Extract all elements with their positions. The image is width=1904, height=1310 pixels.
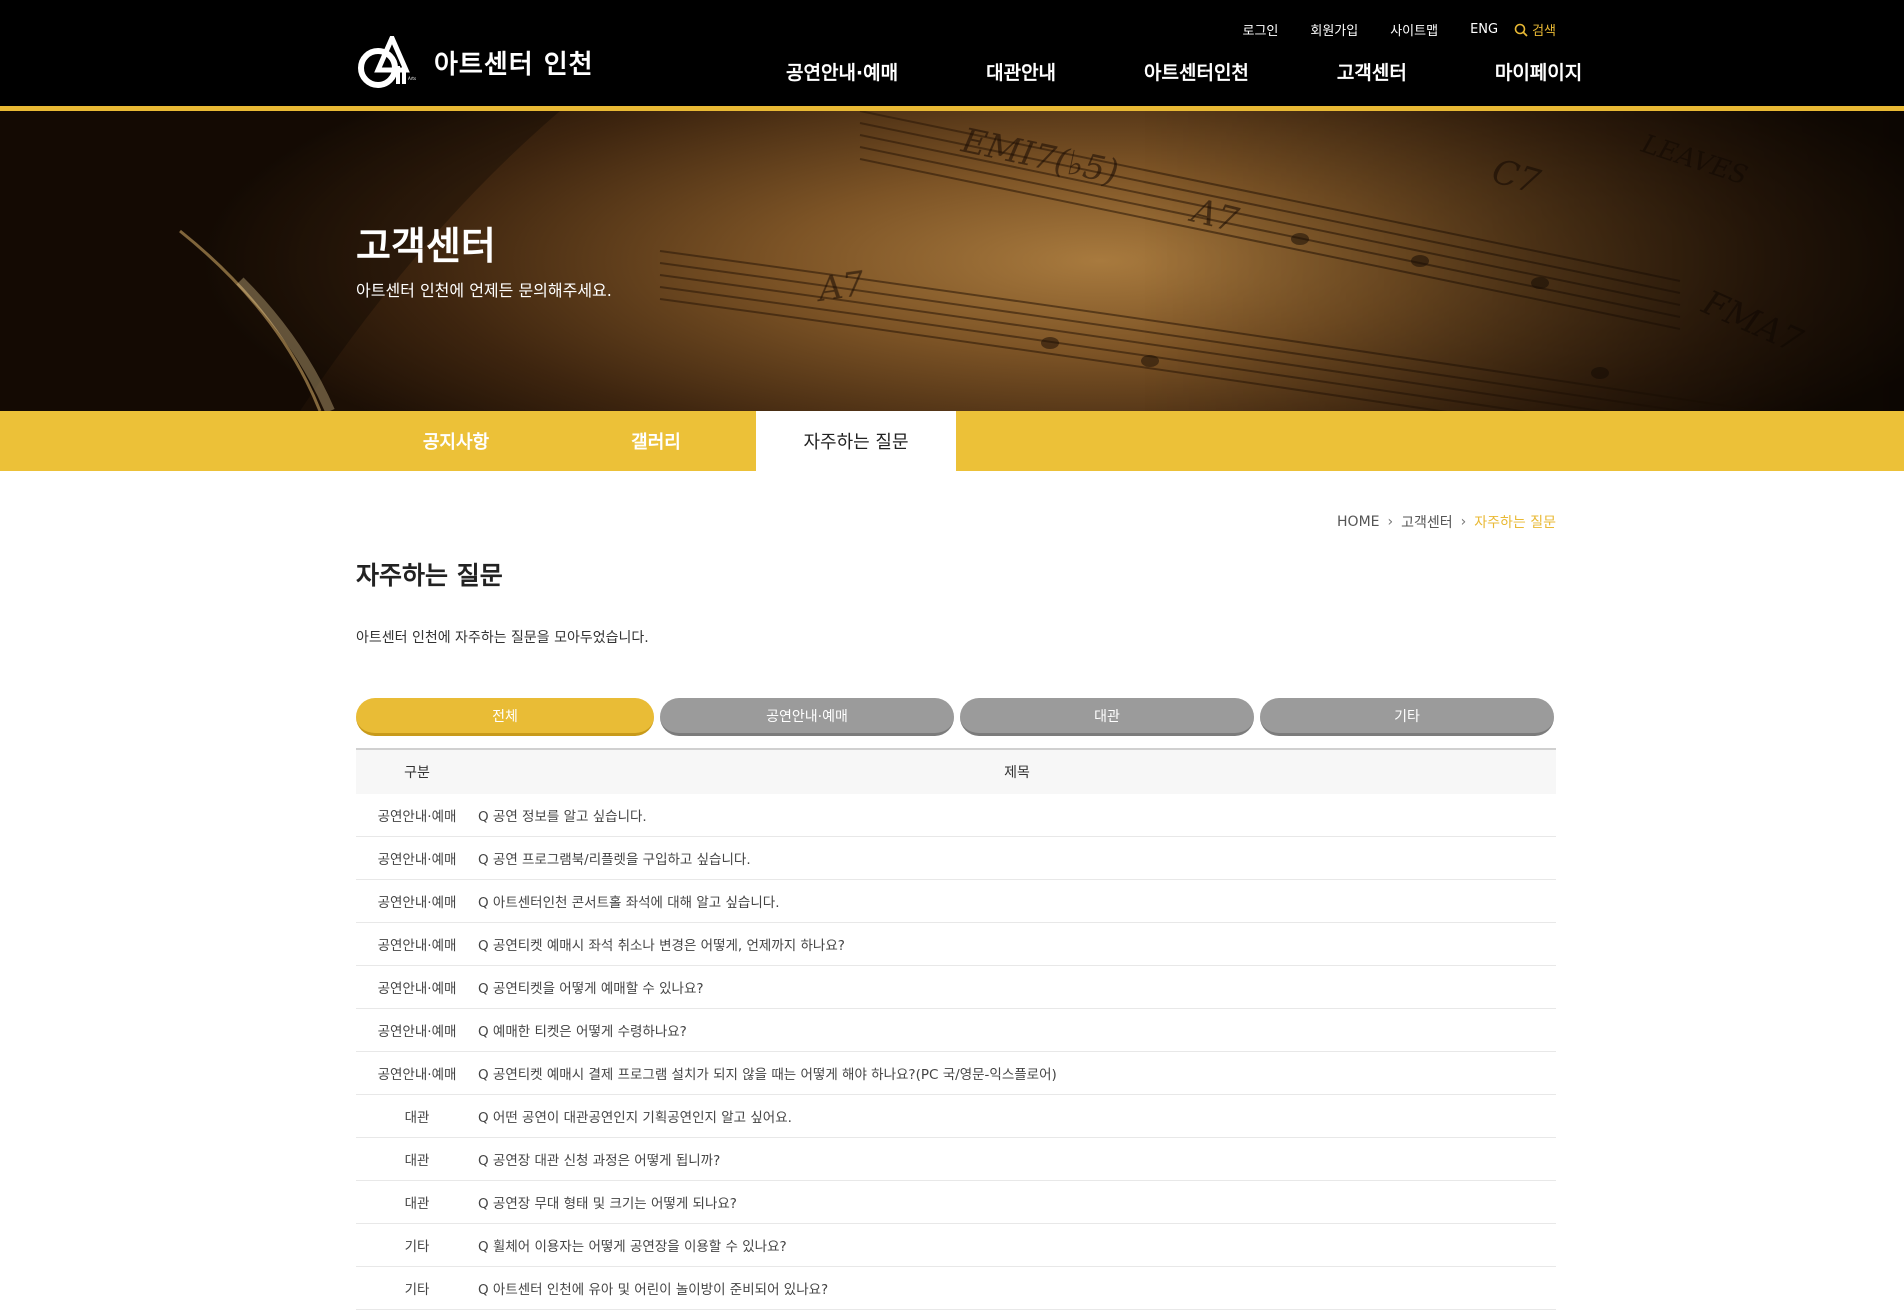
table-row[interactable]: 대관 Q 공연장 대관 신청 과정은 어떻게 됩니까? xyxy=(356,1137,1556,1181)
nav-customer-center[interactable]: 고객센터 xyxy=(1337,58,1407,85)
faq-question-link[interactable]: Q 예매한 티켓은 어떻게 수령하나요? xyxy=(478,1008,1556,1052)
faq-category: 공연안내·예매 xyxy=(356,965,478,1009)
filter-performance[interactable]: 공연안내·예매 xyxy=(660,698,954,736)
faq-question-link[interactable]: Q 공연 정보를 알고 싶습니다. xyxy=(478,794,1556,837)
banner-title: 고객센터 xyxy=(356,224,496,268)
nav-artcenter[interactable]: 아트센터인천 xyxy=(1144,58,1249,85)
breadcrumb-current: 자주하는 질문 xyxy=(1474,515,1556,531)
faq-category: 기타 xyxy=(356,1223,478,1267)
page-title: 자주하는 질문 xyxy=(356,561,503,590)
sub-nav: 공지사항 갤러리 자주하는 질문 xyxy=(0,411,1904,471)
table-header-row: 구분 제목 xyxy=(356,748,1556,794)
tab-notice[interactable]: 공지사항 xyxy=(356,411,556,471)
faq-question-link[interactable]: Q 휠체어 이용자는 어떻게 공연장을 이용할 수 있나요? xyxy=(478,1223,1556,1267)
table-row[interactable]: 대관 Q 공연장 무대 형태 및 크기는 어떻게 되나요? xyxy=(356,1180,1556,1224)
faq-category: 기타 xyxy=(356,1266,478,1310)
search-label: 검색 xyxy=(1532,24,1556,39)
table-row[interactable]: 대관 Q 어떤 공연이 대관공연인지 기획공연인지 알고 싶어요. xyxy=(356,1094,1556,1138)
utility-nav: 로그인 회원가입 사이트맵 ENG 검색 xyxy=(1242,20,1556,39)
table-row[interactable]: 공연안내·예매 Q 공연 프로그램북/리플렛을 구입하고 싶습니다. xyxy=(356,836,1556,880)
faq-category: 공연안내·예매 xyxy=(356,794,478,837)
site-logo[interactable]: Arts 아트센터 인천 xyxy=(356,36,594,88)
filter-rental[interactable]: 대관 xyxy=(960,698,1254,736)
tab-gallery[interactable]: 갤러리 xyxy=(556,411,756,471)
faq-category: 대관 xyxy=(356,1137,478,1181)
faq-category: 대관 xyxy=(356,1094,478,1138)
table-row[interactable]: 기타 Q 휠체어 이용자는 어떻게 공연장을 이용할 수 있나요? xyxy=(356,1223,1556,1267)
faq-list: 공연안내·예매 Q 공연 정보를 알고 싶습니다. 공연안내·예매 Q 공연 프로그램… xyxy=(356,794,1556,1310)
logo-mark-icon: Arts xyxy=(358,36,416,88)
chevron-right-icon: › xyxy=(1387,514,1394,530)
sitemap-link[interactable]: 사이트맵 xyxy=(1390,20,1438,39)
search-button[interactable]: 검색 xyxy=(1514,20,1556,39)
eng-link[interactable]: ENG xyxy=(1470,22,1498,37)
chevron-right-icon: › xyxy=(1460,514,1467,530)
table-row[interactable]: 공연안내·예매 Q 아트센터인천 콘서트홀 좌석에 대해 알고 싶습니다. xyxy=(356,879,1556,923)
sheet-music-image: EMI7(♭5) C7 A7 FMA7 A7 LEAVES xyxy=(0,111,1904,411)
filter-etc[interactable]: 기타 xyxy=(1260,698,1554,736)
nav-mypage[interactable]: 마이페이지 xyxy=(1495,58,1582,85)
faq-question-link[interactable]: Q 어떤 공연이 대관공연인지 기획공연인지 알고 싶어요. xyxy=(478,1094,1556,1138)
faq-category: 공연안내·예매 xyxy=(356,1051,478,1095)
table-row[interactable]: 공연안내·예매 Q 공연티켓 예매시 좌석 취소나 변경은 어떻게, 언제까지 하… xyxy=(356,922,1556,966)
faq-question-link[interactable]: Q 공연티켓 예매시 좌석 취소나 변경은 어떻게, 언제까지 하나요? xyxy=(478,922,1556,966)
hero-banner: EMI7(♭5) C7 A7 FMA7 A7 LEAVES 고객센터 아트센터 … xyxy=(0,111,1904,411)
table-row[interactable]: 공연안내·예매 Q 공연 정보를 알고 싶습니다. xyxy=(356,794,1556,837)
logo-text: 아트센터 인천 xyxy=(434,49,594,80)
table-row[interactable]: 기타 Q 아트센터 인천에 유아 및 어린이 놀이방이 준비되어 있나요? xyxy=(356,1266,1556,1310)
tab-faq[interactable]: 자주하는 질문 xyxy=(756,411,956,471)
faq-table: 구분 제목 공연안내·예매 Q 공연 정보를 알고 싶습니다. 공연안내·예매 Q 공… xyxy=(356,748,1556,1310)
faq-category: 공연안내·예매 xyxy=(356,836,478,880)
column-header-title: 제목 xyxy=(478,748,1556,794)
table-row[interactable]: 공연안내·예매 Q 공연티켓 예매시 결제 프로그램 설치가 되지 않을 때는 어… xyxy=(356,1051,1556,1095)
signup-link[interactable]: 회원가입 xyxy=(1310,20,1358,39)
faq-question-link[interactable]: Q 아트센터 인천에 유아 및 어린이 놀이방이 준비되어 있나요? xyxy=(478,1266,1556,1310)
nav-rental[interactable]: 대관안내 xyxy=(986,58,1056,85)
faq-question-link[interactable]: Q 아트센터인천 콘서트홀 좌석에 대해 알고 싶습니다. xyxy=(478,879,1556,923)
faq-question-link[interactable]: Q 공연티켓을 어떻게 예매할 수 있나요? xyxy=(478,965,1556,1009)
nav-performance[interactable]: 공연안내·예매 xyxy=(786,58,898,85)
faq-question-link[interactable]: Q 공연장 무대 형태 및 크기는 어떻게 되나요? xyxy=(478,1180,1556,1224)
page-description: 아트센터 인천에 자주하는 질문을 모아두었습니다. xyxy=(356,630,649,646)
site-header: Arts 아트센터 인천 로그인 회원가입 사이트맵 ENG 검색 공연안내·예… xyxy=(0,0,1904,106)
column-header-category: 구분 xyxy=(356,748,478,794)
main-nav: 공연안내·예매 대관안내 아트센터인천 고객센터 마이페이지 xyxy=(786,58,1582,85)
login-link[interactable]: 로그인 xyxy=(1242,20,1278,39)
breadcrumb: HOME › 고객센터 › 자주하는 질문 xyxy=(1337,512,1556,532)
faq-question-link[interactable]: Q 공연 프로그램북/리플렛을 구입하고 싶습니다. xyxy=(478,836,1556,880)
faq-category: 공연안내·예매 xyxy=(356,922,478,966)
search-icon xyxy=(1514,23,1528,37)
faq-category: 공연안내·예매 xyxy=(356,1008,478,1052)
faq-filter-tabs: 전체 공연안내·예매 대관 기타 xyxy=(356,698,1554,736)
filter-all[interactable]: 전체 xyxy=(356,698,654,736)
faq-question-link[interactable]: Q 공연티켓 예매시 결제 프로그램 설치가 되지 않을 때는 어떻게 해야 하… xyxy=(478,1051,1556,1095)
table-row[interactable]: 공연안내·예매 Q 공연티켓을 어떻게 예매할 수 있나요? xyxy=(356,965,1556,1009)
faq-category: 대관 xyxy=(356,1180,478,1224)
faq-category: 공연안내·예매 xyxy=(356,879,478,923)
breadcrumb-level1[interactable]: 고객센터 xyxy=(1401,512,1453,532)
breadcrumb-home[interactable]: HOME xyxy=(1337,514,1379,530)
table-row[interactable]: 공연안내·예매 Q 예매한 티켓은 어떻게 수령하나요? xyxy=(356,1008,1556,1052)
faq-question-link[interactable]: Q 공연장 대관 신청 과정은 어떻게 됩니까? xyxy=(478,1137,1556,1181)
svg-text:Arts: Arts xyxy=(408,76,416,81)
banner-subtitle: 아트센터 인천에 언제든 문의해주세요. xyxy=(356,281,612,300)
